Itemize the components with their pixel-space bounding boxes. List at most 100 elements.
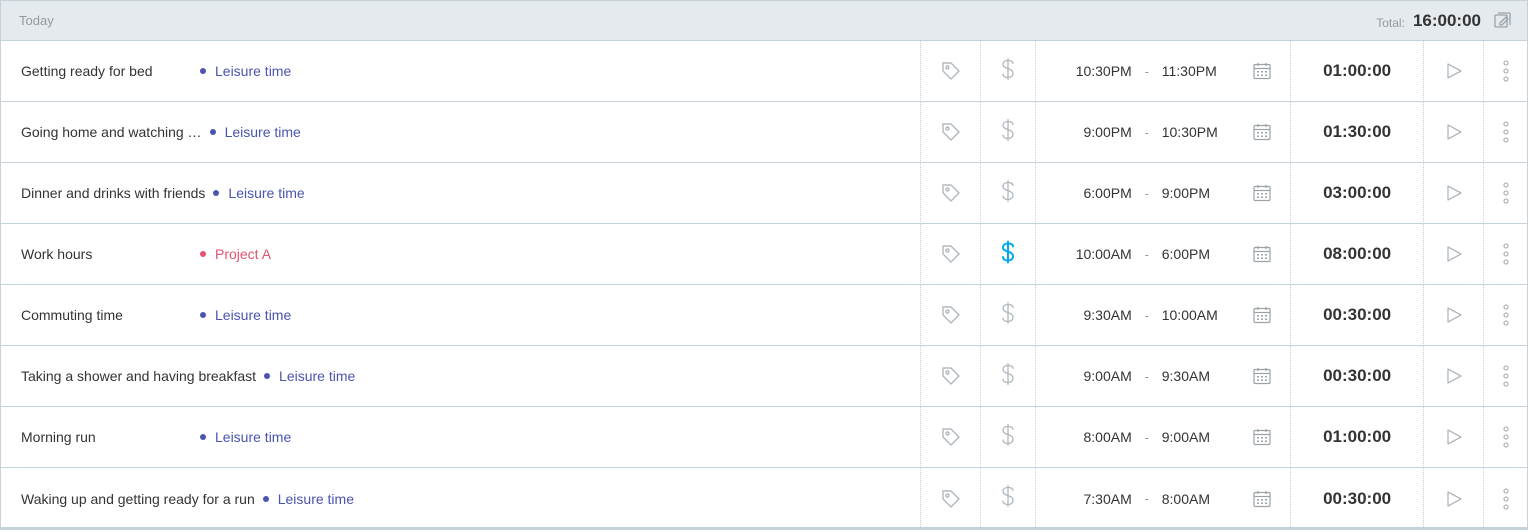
start-time[interactable]: 9:30AM [1040, 307, 1131, 323]
tag-icon [942, 184, 960, 202]
time-entry-row: Dinner and drinks with friends Leisure t… [1, 162, 1527, 224]
start-time[interactable]: 6:00PM [1040, 185, 1131, 201]
billable-toggle[interactable] [980, 162, 1035, 224]
project-name: Leisure time [224, 124, 301, 140]
play-button[interactable] [1423, 406, 1483, 468]
entry-duration[interactable]: 08:00:00 [1290, 223, 1423, 285]
entry-project[interactable]: Leisure time [262, 491, 354, 507]
time-range: 9:30AM - 10:00AM [1035, 284, 1290, 346]
entry-duration[interactable]: 01:00:00 [1290, 406, 1423, 468]
calendar-icon[interactable] [1237, 427, 1287, 447]
calendar-icon[interactable] [1237, 305, 1287, 325]
entry-duration[interactable]: 01:00:00 [1290, 40, 1423, 102]
play-button[interactable] [1423, 40, 1483, 102]
tag-button[interactable] [920, 345, 980, 407]
time-range: 7:30AM - 8:00AM [1035, 468, 1290, 529]
play-icon [1446, 490, 1462, 507]
entry-project[interactable]: Leisure time [213, 185, 305, 201]
calendar-icon[interactable] [1237, 61, 1287, 81]
calendar-icon[interactable] [1237, 244, 1287, 264]
tag-button[interactable] [920, 162, 980, 224]
time-range: 10:30PM - 11:30PM [1035, 40, 1290, 102]
calendar-icon[interactable] [1237, 489, 1287, 509]
play-button[interactable] [1423, 101, 1483, 163]
end-time[interactable]: 6:00PM [1162, 246, 1237, 262]
start-time[interactable]: 9:00AM [1040, 368, 1131, 384]
end-time[interactable]: 9:00AM [1162, 429, 1237, 445]
billable-toggle[interactable] [980, 468, 1035, 529]
start-time[interactable]: 7:30AM [1040, 491, 1131, 507]
start-time[interactable]: 10:30PM [1040, 63, 1132, 79]
more-actions-button[interactable] [1483, 345, 1527, 407]
day-label: Today [19, 13, 54, 28]
more-actions-button[interactable] [1483, 406, 1527, 468]
play-button[interactable] [1423, 162, 1483, 224]
entry-description[interactable]: Getting ready for bed [21, 63, 196, 79]
time-entry-row: Getting ready for bed Leisure time 10:30… [1, 40, 1527, 102]
tag-button[interactable] [920, 406, 980, 468]
tag-button[interactable] [920, 284, 980, 346]
project-name: Leisure time [279, 368, 356, 384]
billable-toggle[interactable] [980, 40, 1035, 102]
entry-description[interactable]: Taking a shower and having breakfast [21, 368, 260, 384]
start-time[interactable]: 9:00PM [1040, 124, 1131, 140]
entry-description[interactable]: Waking up and getting ready for a run [21, 491, 259, 507]
start-time[interactable]: 10:00AM [1040, 246, 1132, 262]
end-time[interactable]: 11:30PM [1162, 63, 1237, 79]
entry-duration[interactable]: 03:00:00 [1290, 162, 1423, 224]
more-actions-button[interactable] [1483, 284, 1527, 346]
play-button[interactable] [1423, 223, 1483, 285]
end-time[interactable]: 8:00AM [1162, 491, 1237, 507]
entry-project[interactable]: Leisure time [200, 429, 291, 445]
calendar-icon[interactable] [1237, 183, 1287, 203]
project-color-dot [262, 495, 269, 502]
billable-toggle[interactable] [980, 101, 1035, 163]
tag-button[interactable] [920, 468, 980, 529]
start-time[interactable]: 8:00AM [1040, 429, 1131, 445]
project-name: Leisure time [215, 307, 292, 323]
time-entry-row: Going home and watching … Leisure time 9… [1, 101, 1527, 163]
play-icon [1446, 246, 1462, 262]
entry-duration[interactable]: 00:30:00 [1290, 284, 1423, 346]
billable-toggle[interactable] [980, 406, 1035, 468]
bulk-edit-icon[interactable] [1491, 9, 1515, 33]
entry-duration[interactable]: 00:30:00 [1290, 468, 1423, 529]
play-button[interactable] [1423, 284, 1483, 346]
entry-duration[interactable]: 00:30:00 [1290, 345, 1423, 407]
entry-description[interactable]: Morning run [21, 429, 196, 445]
entry-project[interactable]: Leisure time [200, 63, 291, 79]
tag-button[interactable] [920, 101, 980, 163]
dollar-icon [1001, 118, 1015, 147]
end-time[interactable]: 9:30AM [1162, 368, 1237, 384]
calendar-icon[interactable] [1237, 122, 1287, 142]
time-entry-row: Taking a shower and having breakfast Lei… [1, 345, 1527, 407]
entry-project[interactable]: Project A [200, 246, 271, 262]
end-time[interactable]: 10:30PM [1162, 124, 1237, 140]
entry-description[interactable]: Commuting time [21, 307, 196, 323]
entry-description[interactable]: Going home and watching … [21, 124, 206, 140]
play-button[interactable] [1423, 345, 1483, 407]
tag-button[interactable] [920, 223, 980, 285]
more-actions-button[interactable] [1483, 162, 1527, 224]
time-separator: - [1144, 368, 1149, 384]
entry-description[interactable]: Dinner and drinks with friends [21, 185, 209, 201]
billable-toggle[interactable] [980, 223, 1035, 285]
more-vertical-icon [1502, 121, 1509, 143]
more-actions-button[interactable] [1483, 40, 1527, 102]
play-button[interactable] [1423, 468, 1483, 529]
entry-project[interactable]: Leisure time [264, 368, 355, 384]
entry-project[interactable]: Leisure time [200, 307, 291, 323]
entry-duration[interactable]: 01:30:00 [1290, 101, 1423, 163]
billable-toggle[interactable] [980, 345, 1035, 407]
more-actions-button[interactable] [1483, 223, 1527, 285]
more-actions-button[interactable] [1483, 101, 1527, 163]
more-vertical-icon [1502, 60, 1509, 82]
tag-button[interactable] [920, 40, 980, 102]
end-time[interactable]: 9:00PM [1162, 185, 1237, 201]
more-actions-button[interactable] [1483, 468, 1527, 529]
billable-toggle[interactable] [980, 284, 1035, 346]
calendar-icon[interactable] [1237, 366, 1287, 386]
end-time[interactable]: 10:00AM [1162, 307, 1237, 323]
entry-description[interactable]: Work hours [21, 246, 196, 262]
entry-project[interactable]: Leisure time [209, 124, 301, 140]
